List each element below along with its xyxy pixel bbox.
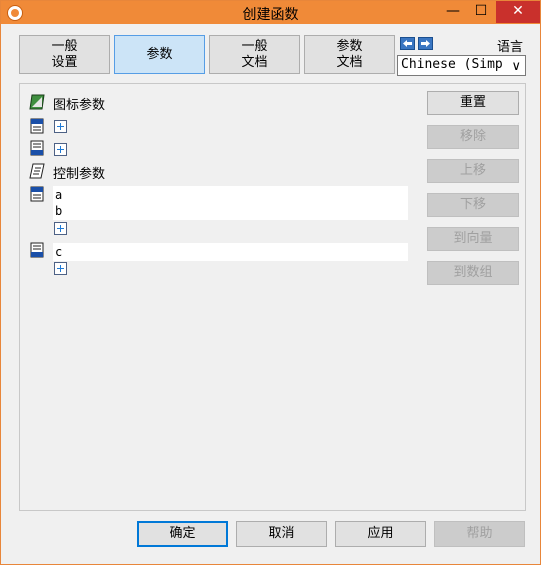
add-control-input-button[interactable]: [54, 222, 67, 235]
control-output-icon: [30, 242, 44, 258]
move-up-button[interactable]: 上移: [427, 159, 519, 183]
control-input-icon: [30, 186, 44, 202]
control-output-list[interactable]: c: [53, 243, 408, 261]
apply-button[interactable]: 应用: [335, 521, 426, 547]
control-parameters-label: 控制参数: [53, 167, 106, 182]
language-selected: Chinese (Simp: [401, 57, 503, 72]
icon-parameters-label: 图标参数: [53, 98, 106, 113]
add-control-output-button[interactable]: [54, 262, 67, 275]
help-button[interactable]: 帮助: [434, 521, 525, 547]
icon-parameters-icon: [29, 94, 45, 110]
tab-label: 一般 设置: [51, 38, 78, 70]
minimize-button[interactable]: —: [438, 1, 468, 23]
tab-label: 一般 文档: [241, 38, 268, 70]
remove-button[interactable]: 移除: [427, 125, 519, 149]
tab-general-docs[interactable]: 一般 文档: [209, 35, 300, 74]
language-label: 语言: [497, 40, 524, 55]
control-input-list[interactable]: a b: [53, 186, 408, 220]
tab-parameters[interactable]: 参数: [114, 35, 205, 74]
list-item[interactable]: b: [55, 203, 406, 219]
cancel-button[interactable]: 取消: [236, 521, 327, 547]
control-parameters-icon: [29, 163, 45, 179]
list-item[interactable]: a: [55, 187, 406, 203]
add-output-button[interactable]: [54, 143, 67, 156]
tab-label: 参数 文档: [336, 38, 363, 70]
title-bar[interactable]: 创建函数 — ☐ ✕: [1, 1, 540, 24]
ok-button[interactable]: 确定: [137, 521, 228, 547]
input-terminal-icon: [30, 118, 44, 134]
reset-button[interactable]: 重置: [427, 91, 519, 115]
move-down-button[interactable]: 下移: [427, 193, 519, 217]
parameters-panel: 图标参数 控制参数 a b c 重置 移除 上移 下移 到向量 到数组: [19, 83, 526, 511]
create-function-dialog: 创建函数 — ☐ ✕ 一般 设置 参数 一般 文档 参数 文档 语言 Chine…: [0, 0, 541, 565]
add-input-button[interactable]: [54, 120, 67, 133]
output-terminal-icon: [30, 140, 44, 156]
to-array-button[interactable]: 到数组: [427, 261, 519, 285]
list-item[interactable]: c: [55, 244, 406, 260]
tab-label: 参数: [146, 46, 173, 62]
arrow-right-icon[interactable]: [418, 37, 433, 50]
maximize-button[interactable]: ☐: [466, 1, 496, 23]
tab-general-settings[interactable]: 一般 设置: [19, 35, 110, 74]
arrow-left-icon[interactable]: [400, 37, 415, 50]
language-select[interactable]: Chinese (Simp ∨: [397, 55, 526, 76]
tab-parameter-docs[interactable]: 参数 文档: [304, 35, 395, 74]
close-button[interactable]: ✕: [496, 1, 540, 23]
chevron-down-icon: ∨: [511, 59, 521, 74]
to-vector-button[interactable]: 到向量: [427, 227, 519, 251]
